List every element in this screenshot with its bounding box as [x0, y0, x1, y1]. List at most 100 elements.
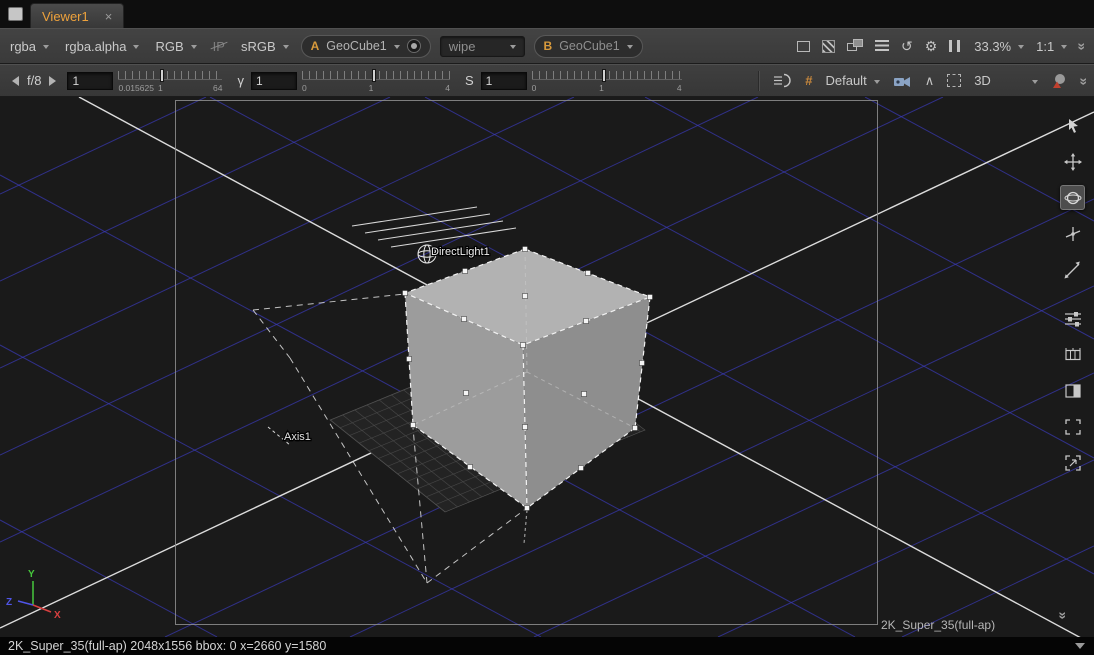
pause-icon[interactable] — [949, 40, 960, 52]
close-icon[interactable]: × — [105, 10, 113, 23]
format-label: 2K_Super_35(full-ap) — [881, 618, 995, 632]
headlamp-icon[interactable] — [773, 73, 792, 88]
scene-canvas[interactable]: DirectLight1 Axis1 Y X Z 2K_Super_35(ful… — [0, 97, 1094, 637]
grid-toggle-icon[interactable]: # — [805, 73, 812, 88]
input-b-selector[interactable]: B GeoCube1 — [534, 35, 643, 58]
chevron-down-icon — [1018, 45, 1024, 49]
status-info: 2K_Super_35(full-ap) 2048x1556 bbox: 0 x… — [8, 639, 326, 653]
chevron-down-icon — [1032, 80, 1038, 84]
marquee-select-icon[interactable] — [947, 74, 961, 87]
chevron-down-icon — [1061, 45, 1067, 49]
input-a-selector[interactable]: A GeoCube1 — [301, 35, 431, 58]
gizmo-y-label: Y — [28, 569, 35, 580]
tab-viewer1[interactable]: Viewer1 × — [30, 3, 124, 28]
ab-toggle-knob[interactable] — [407, 39, 421, 53]
direct-light[interactable]: DirectLight1 — [352, 207, 516, 263]
checkerboard-icon[interactable] — [822, 40, 835, 53]
pixel-aspect-dropdown[interactable]: 1:1 — [1036, 39, 1067, 54]
orientation-gizmo: Y X Z — [6, 569, 61, 621]
gain-slider[interactable]: 0.015625 1 64 — [118, 66, 222, 95]
stack-menu-icon[interactable] — [875, 40, 889, 53]
gain-slider-ticks — [118, 71, 222, 80]
viewer-icon-group: ↺ ⚙ — [797, 39, 960, 53]
translate-icon — [1064, 153, 1082, 171]
channel-layer-dropdown[interactable]: rgba — [10, 39, 49, 54]
keyframe-display-button[interactable] — [1060, 342, 1085, 367]
float-window-icon[interactable] — [847, 39, 863, 53]
saturation-slider-ticks — [532, 71, 682, 80]
gamma-slider-handle[interactable] — [372, 69, 376, 82]
color-sample-icon[interactable] — [1051, 73, 1068, 89]
alpha-channel-dropdown[interactable]: rgba.alpha — [65, 39, 139, 54]
fstop-decrease-button[interactable] — [12, 76, 19, 86]
axis-label: Axis1 — [284, 431, 311, 443]
split-square-icon — [1064, 382, 1082, 400]
gamma-slider[interactable]: 0 1 4 — [302, 66, 450, 95]
chevron-down-icon — [874, 80, 880, 84]
monitor-output-icon[interactable] — [797, 41, 810, 52]
viewer-colorspace-dropdown[interactable]: sRGB — [241, 39, 289, 54]
viewport-tool-column — [1060, 113, 1085, 475]
lighting-mode-dropdown[interactable]: Default — [825, 73, 879, 88]
viewer-3d-viewport[interactable]: DirectLight1 Axis1 Y X Z 2K_Super_35(ful… — [0, 97, 1094, 637]
gear-icon[interactable]: ⚙ — [925, 39, 938, 53]
wave-display-icon[interactable]: ∧ — [925, 74, 935, 87]
chevron-down-icon — [394, 45, 400, 49]
separator — [758, 71, 760, 91]
chevron-down-icon — [191, 45, 197, 49]
input-b-value: GeoCube1 — [559, 39, 619, 53]
axis-jack-tool-button[interactable] — [1060, 221, 1085, 246]
input-process-button[interactable]: IP — [213, 39, 225, 54]
scale-tool-button[interactable] — [1060, 257, 1085, 282]
viewer-toolbar-exposure: f/8 0.015625 1 64 γ 0 1 4 S 0 1 4 — [0, 64, 1094, 97]
rotate-icon — [1064, 189, 1082, 207]
split-view-button[interactable] — [1060, 378, 1085, 403]
frame-brackets-icon — [1064, 418, 1082, 436]
nuke-viewer-window: Viewer1 × rgba rgba.alpha RGB IP sRGB A … — [0, 0, 1094, 655]
frame-selected-button[interactable] — [1060, 450, 1085, 475]
tab-title: Viewer1 — [42, 9, 89, 24]
input-a-label: A — [311, 39, 320, 53]
fstop-increase-button[interactable] — [49, 76, 56, 86]
filmstrip-icon — [1064, 346, 1082, 364]
gamma-slider-ticks — [302, 71, 450, 80]
viewer-3d-icon-group: # Default ∧ 3D » — [758, 71, 1094, 91]
cursor-icon — [1064, 117, 1082, 135]
render-settings-button[interactable] — [1060, 306, 1085, 331]
rotate-tool-button[interactable] — [1060, 185, 1085, 210]
saturation-slider-handle[interactable] — [602, 69, 606, 82]
translate-tool-button[interactable] — [1060, 149, 1085, 174]
saturation-input[interactable] — [481, 72, 527, 90]
gain-input[interactable] — [67, 72, 113, 90]
display-channels-dropdown[interactable]: RGB — [155, 39, 196, 54]
toolbar-collapse-chevron[interactable]: » — [1078, 77, 1092, 84]
refresh-icon[interactable]: ↺ — [901, 39, 913, 53]
select-tool-button[interactable] — [1060, 113, 1085, 138]
viewer-toolbar-top: rgba rgba.alpha RGB IP sRGB A GeoCube1 w… — [0, 28, 1094, 64]
gamma-label: γ — [237, 73, 244, 88]
saturation-slider[interactable]: 0 1 4 — [532, 66, 682, 95]
fstop-label: f/8 — [27, 73, 41, 88]
chevron-down-icon — [283, 45, 289, 49]
gamma-input[interactable] — [251, 72, 297, 90]
axis-object[interactable]: Axis1 — [268, 427, 311, 445]
gizmo-x-label: X — [54, 610, 61, 621]
chevron-down-icon — [133, 45, 139, 49]
toolbar-collapse-chevron[interactable]: » — [1076, 43, 1090, 50]
chevron-down-icon — [43, 45, 49, 49]
chevron-down-icon — [510, 45, 516, 49]
camera-lock-icon[interactable] — [893, 74, 912, 88]
wipe-mode-dropdown[interactable]: wipe — [440, 36, 525, 57]
pane-menu-icon[interactable] — [8, 7, 23, 21]
status-menu-arrow[interactable] — [1075, 643, 1085, 649]
input-a-value: GeoCube1 — [326, 39, 386, 53]
frame-all-button[interactable] — [1060, 414, 1085, 439]
tab-bar: Viewer1 × — [0, 0, 1094, 28]
viewport-collapse-chevron[interactable]: » — [1060, 607, 1067, 625]
chevron-down-icon — [627, 45, 633, 49]
scale-icon — [1064, 261, 1082, 279]
zoom-level-dropdown[interactable]: 33.3% — [974, 39, 1024, 54]
status-bar: 2K_Super_35(full-ap) 2048x1556 bbox: 0 x… — [0, 637, 1094, 655]
gain-slider-handle[interactable] — [160, 69, 164, 82]
view-mode-dropdown[interactable]: 3D — [974, 73, 1038, 88]
